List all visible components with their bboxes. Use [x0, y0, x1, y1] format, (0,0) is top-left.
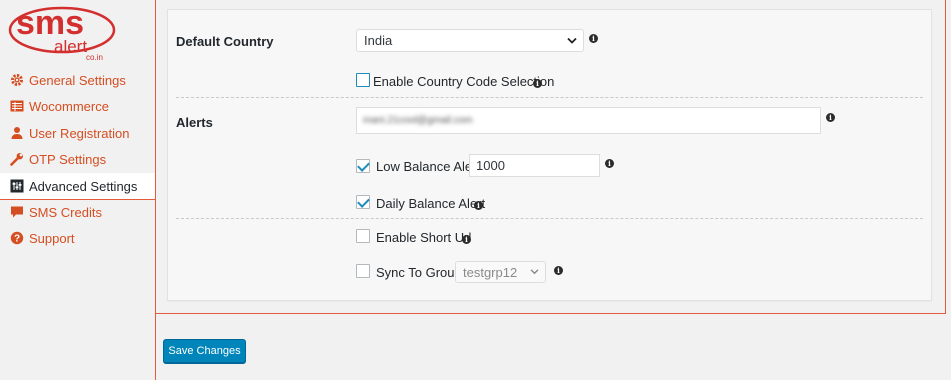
short-url-label: Enable Short Url	[376, 230, 472, 245]
gear-icon	[9, 73, 24, 88]
sync-group-value: testgrp12	[463, 264, 518, 280]
question-icon: ?	[9, 231, 24, 246]
sync-group-select[interactable]: testgrp12	[455, 261, 546, 283]
info-icon: i	[826, 113, 835, 122]
sidebar-item-sms-credits[interactable]: SMS Credits	[0, 199, 154, 225]
sidebar-item-label: User Registration	[29, 125, 130, 141]
sidebar-item-label: General Settings	[29, 72, 126, 88]
logo-alert-text: alert	[54, 37, 87, 56]
info-icon: i	[462, 235, 471, 244]
alerts-label: Alerts	[176, 115, 213, 130]
wrench-icon	[9, 152, 24, 167]
short-url-checkbox[interactable]	[356, 229, 370, 243]
sidebar-item-label: Wocommerce	[29, 98, 109, 114]
enable-country-code-checkbox[interactable]	[356, 73, 370, 87]
low-balance-input[interactable]: 1000	[469, 154, 600, 177]
sidebar-item-otp-settings[interactable]: OTP Settings	[0, 146, 154, 172]
alerts-email-value: mani.21cool@gmail.com	[363, 115, 473, 126]
default-country-value: India	[364, 33, 393, 48]
sidebar-item-label: SMS Credits	[29, 204, 102, 220]
info-icon: i	[589, 34, 598, 43]
daily-balance-label: Daily Balance Alert	[376, 196, 486, 211]
save-changes-button[interactable]: Save Changes	[163, 339, 246, 363]
alerts-email-input[interactable]: mani.21cool@gmail.com	[356, 107, 821, 134]
sliders-icon	[9, 179, 24, 194]
default-country-select[interactable]: India	[356, 29, 584, 52]
info-icon: i	[554, 266, 563, 275]
low-balance-label: Low Balance Alert	[376, 159, 481, 174]
section-divider	[176, 218, 923, 219]
smsalert-logo: sms alert co.in	[8, 4, 116, 62]
sidebar-item-wocommerce[interactable]: Wocommerce	[0, 93, 154, 119]
sync-group-label: Sync To Group	[376, 265, 462, 280]
sidebar-item-advanced-settings[interactable]: Advanced Settings	[0, 173, 156, 199]
section-divider	[176, 97, 923, 98]
logo-domain-text: co.in	[86, 53, 103, 62]
low-balance-value: 1000	[476, 158, 505, 173]
sidebar-item-general-settings[interactable]: General Settings	[0, 67, 154, 93]
info-icon: i	[605, 159, 614, 168]
info-icon: i	[474, 201, 483, 210]
enable-country-code-label: Enable Country Code Selection	[373, 74, 555, 89]
sidebar-item-support[interactable]: ? Support	[0, 225, 154, 251]
info-icon: i	[533, 79, 542, 88]
low-balance-checkbox[interactable]	[356, 159, 370, 173]
user-icon	[9, 126, 24, 141]
comment-icon	[9, 205, 24, 220]
sidebar-item-label: Advanced Settings	[29, 178, 138, 194]
sidebar-item-user-registration[interactable]: User Registration	[0, 120, 154, 146]
svg-text:?: ?	[13, 234, 19, 245]
sidebar-item-label: Support	[29, 230, 75, 246]
chevron-down-icon	[530, 269, 539, 275]
default-country-label: Default Country	[176, 34, 274, 49]
sidebar: sms alert co.in General Settings Wocomme…	[0, 0, 156, 380]
chevron-down-icon	[567, 37, 577, 44]
daily-balance-checkbox[interactable]	[356, 195, 370, 209]
table-icon	[9, 99, 24, 114]
sync-group-checkbox[interactable]	[356, 264, 370, 278]
sidebar-item-label: OTP Settings	[29, 151, 107, 167]
